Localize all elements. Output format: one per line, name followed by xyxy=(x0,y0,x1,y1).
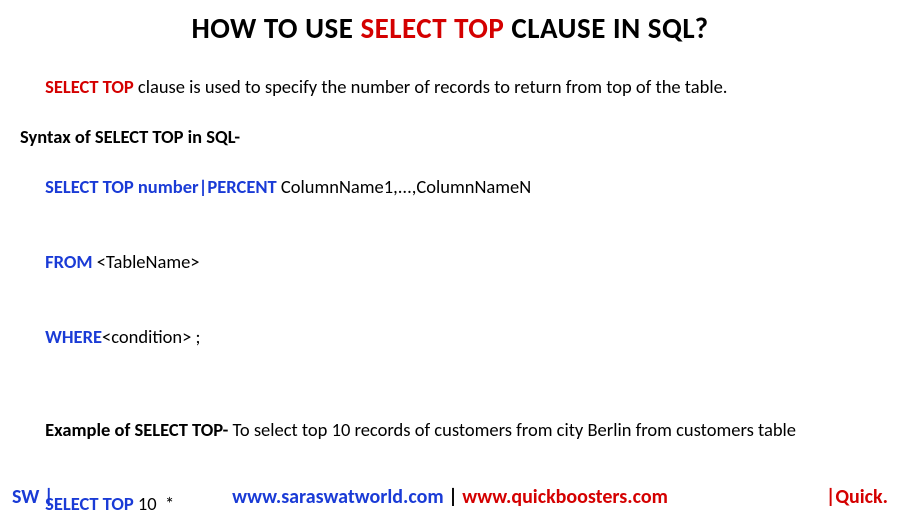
syntax-line-1: SELECT TOP number|PERCENT ColumnName1,..… xyxy=(20,150,880,225)
footer-sep: | xyxy=(444,485,463,509)
footer-url-2: www.quickboosters.com xyxy=(462,485,668,509)
syntax-line-3: WHERE<condition> ; xyxy=(20,300,880,375)
syntax-line-2: FROM <TableName> xyxy=(20,225,880,300)
intro-keyword: SELECT TOP xyxy=(45,75,134,98)
footer-right: |Quick. xyxy=(826,485,888,509)
syntax-kw-where: WHERE xyxy=(45,325,102,348)
slide-body: SELECT TOP clause is used to specify the… xyxy=(0,50,900,515)
spacer xyxy=(20,375,880,393)
footer-center: www.saraswatworld.com | www.quickbooster… xyxy=(0,485,900,509)
syntax-kw-select-top: SELECT TOP number|PERCENT xyxy=(45,175,277,198)
footer-left: SW | xyxy=(12,485,53,509)
syntax-condition: <condition> ; xyxy=(102,325,200,348)
title-suffix: CLAUSE IN SQL? xyxy=(504,10,708,46)
example1-heading: Example of SELECT TOP- To select top 10 … xyxy=(20,393,880,468)
title-keyword: SELECT TOP xyxy=(360,10,504,46)
slide-title: HOW TO USE SELECT TOP CLAUSE IN SQL? xyxy=(0,0,900,50)
slide-footer: SW | www.saraswatworld.com | www.quickbo… xyxy=(0,485,900,509)
syntax-heading: Syntax of SELECT TOP in SQL- xyxy=(20,125,880,150)
title-prefix: HOW TO USE xyxy=(191,10,360,46)
example1-label: Example of SELECT TOP- xyxy=(45,418,228,441)
intro-line: SELECT TOP clause is used to specify the… xyxy=(20,50,880,125)
footer-url-1: www.saraswatworld.com xyxy=(232,485,444,509)
syntax-columns: ColumnName1,...,ColumnNameN xyxy=(277,175,531,198)
syntax-table: <TableName> xyxy=(93,250,200,273)
slide: HOW TO USE SELECT TOP CLAUSE IN SQL? SEL… xyxy=(0,0,900,515)
intro-text: clause is used to specify the number of … xyxy=(134,75,728,98)
syntax-kw-from: FROM xyxy=(45,250,92,273)
example1-desc: To select top 10 records of customers fr… xyxy=(228,418,796,441)
